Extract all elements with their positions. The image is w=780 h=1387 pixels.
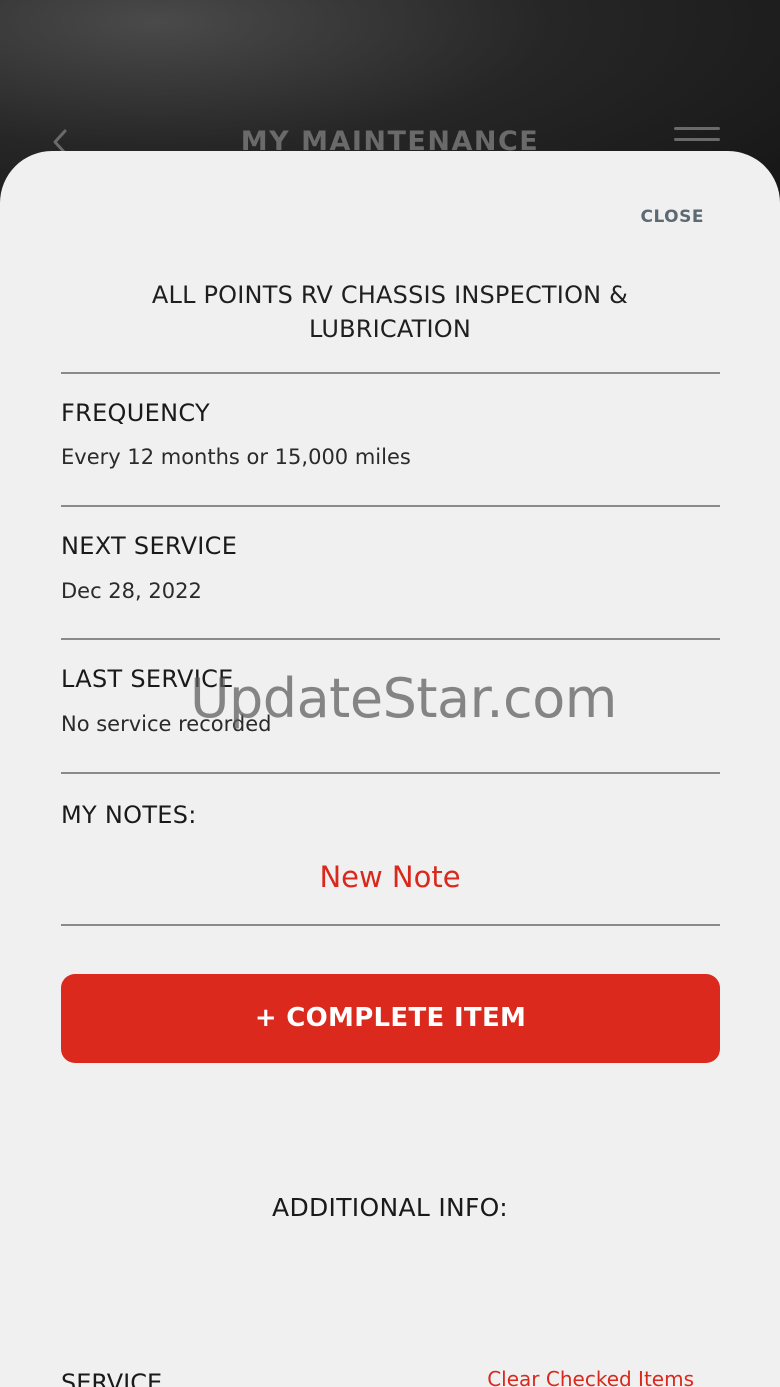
next-service-label: NEXT SERVICE xyxy=(61,532,238,560)
close-button[interactable]: CLOSE xyxy=(640,207,704,227)
my-notes-label: MY NOTES: xyxy=(61,801,197,829)
next-service-value: Dec 28, 2022 xyxy=(61,579,202,603)
service-section-label: SERVICE xyxy=(61,1369,163,1387)
item-title: ALL POINTS RV CHASSIS INSPECTION & LUBRI… xyxy=(151,281,629,343)
divider xyxy=(61,505,720,507)
additional-info-heading: ADDITIONAL INFO: xyxy=(272,1193,508,1222)
complete-item-button[interactable]: + COMPLETE ITEM xyxy=(61,974,720,1063)
frequency-label: FREQUENCY xyxy=(61,399,210,427)
divider xyxy=(61,924,720,926)
maintenance-item-sheet: CLOSE ALL POINTS RV CHASSIS INSPECTION &… xyxy=(0,151,780,1387)
last-service-label: LAST SERVICE xyxy=(61,665,234,693)
divider xyxy=(61,638,720,640)
divider xyxy=(61,772,720,774)
last-service-value: No service recorded xyxy=(61,712,272,736)
hamburger-menu-icon[interactable] xyxy=(674,127,720,145)
clear-checked-items-link[interactable]: Clear Checked Items xyxy=(487,1367,694,1387)
divider xyxy=(61,372,720,374)
frequency-value: Every 12 months or 15,000 miles xyxy=(61,445,411,469)
new-note-button[interactable]: New Note xyxy=(0,860,780,894)
